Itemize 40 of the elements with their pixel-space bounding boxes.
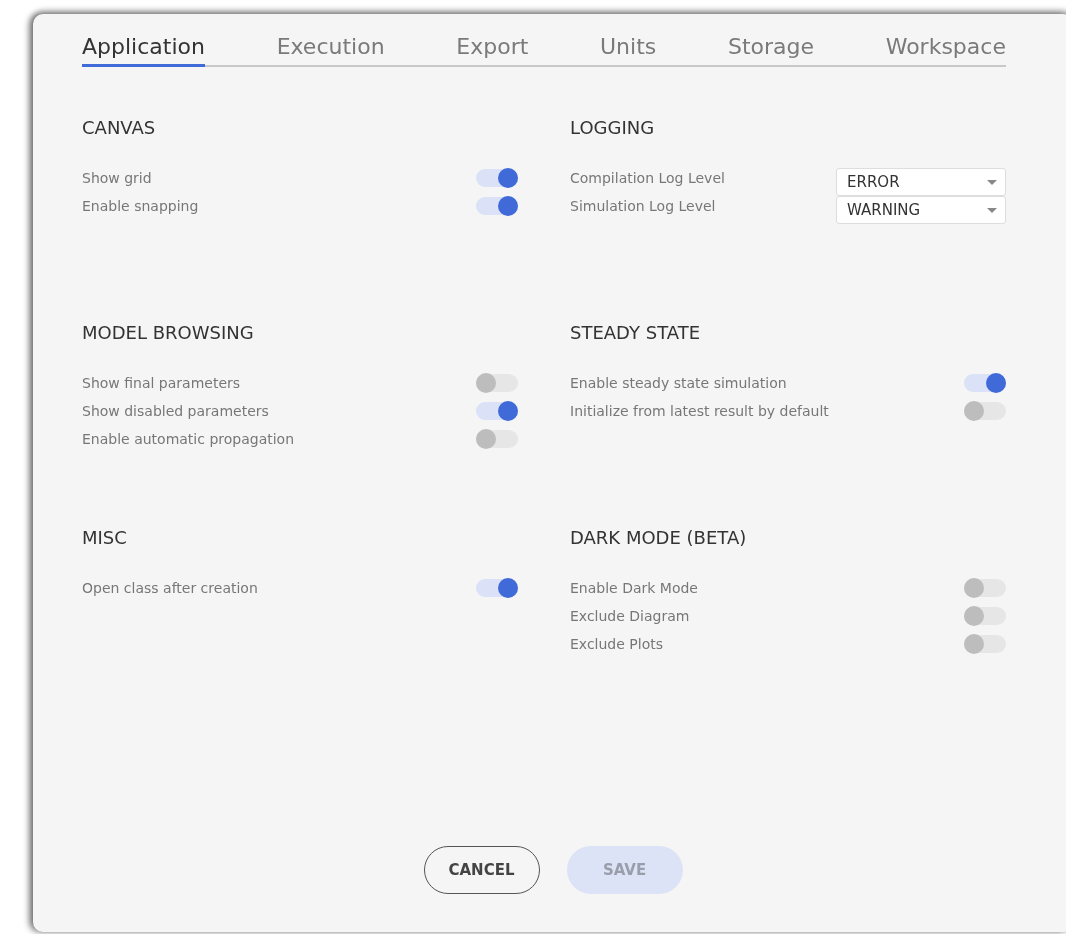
setting-label: Show final parameters <box>82 375 241 391</box>
setting-label: Initialize from latest result by default <box>570 403 829 419</box>
dropdown-field[interactable]: ERROR <box>836 168 1006 196</box>
setting-label: Enable steady state simulation <box>570 375 787 391</box>
settings-tab[interactable]: Export <box>456 34 529 67</box>
toggle-switch[interactable] <box>476 169 518 187</box>
caret-icon <box>987 207 997 213</box>
setting-label: Open class after creation <box>82 580 258 596</box>
toggle-switch[interactable] <box>964 607 1006 625</box>
setting-label: Exclude Diagram <box>570 608 690 624</box>
settings-tab[interactable]: Application <box>82 34 205 67</box>
setting-label: Show disabled parameters <box>82 403 269 419</box>
setting-label: Enable automatic propagation <box>82 431 295 447</box>
setting-label: Simulation Log Level <box>570 198 716 214</box>
setting-label: Exclude Plots <box>570 636 663 652</box>
section-heading: DARK MODE (BETA) <box>570 527 748 548</box>
setting-label: Enable snapping <box>82 198 199 214</box>
setting-label: Enable Dark Mode <box>570 580 698 596</box>
section-heading: MISC <box>82 527 128 548</box>
settings-tab[interactable]: Workspace <box>885 34 1006 67</box>
section-heading: LOGGING <box>570 117 656 138</box>
settings-tab[interactable]: Storage <box>727 34 814 67</box>
dropdown-field[interactable]: WARNING <box>836 196 1006 224</box>
toggle-switch[interactable] <box>964 374 1006 392</box>
toggle-switch[interactable] <box>476 430 518 448</box>
toggle-switch[interactable] <box>964 579 1006 597</box>
setting-label: Compilation Log Level <box>570 170 725 186</box>
setting-label: Show grid <box>82 170 152 186</box>
toggle-switch[interactable] <box>476 579 518 597</box>
section-heading: MODEL BROWSING <box>82 322 255 343</box>
toggle-switch[interactable] <box>964 402 1006 420</box>
section-heading: STEADY STATE <box>570 322 701 343</box>
toggle-switch[interactable] <box>964 635 1006 653</box>
toggle-switch[interactable] <box>476 197 518 215</box>
toggle-switch[interactable] <box>476 402 518 420</box>
caret-icon <box>987 179 997 185</box>
section-heading: CANVAS <box>82 117 157 138</box>
settings-tab[interactable]: Units <box>600 34 657 67</box>
toggle-switch[interactable] <box>476 374 518 392</box>
settings-tab[interactable]: Execution <box>276 34 385 67</box>
